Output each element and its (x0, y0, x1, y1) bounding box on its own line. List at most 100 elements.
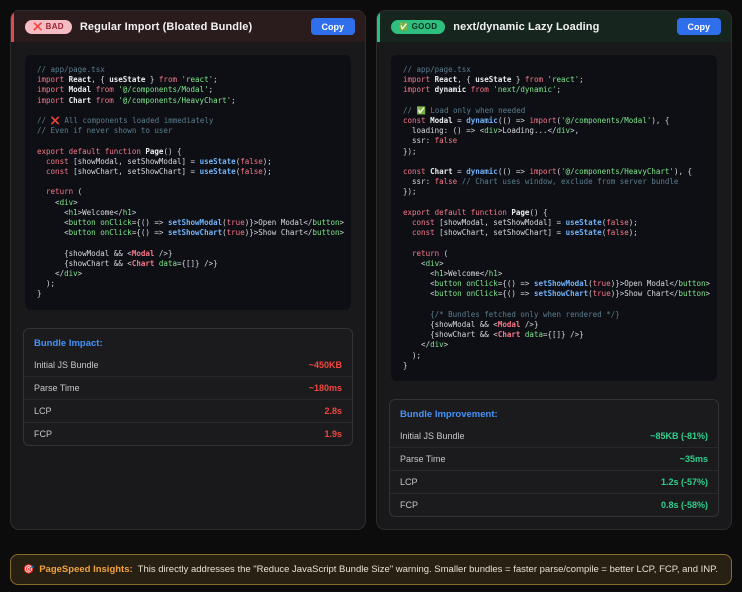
metric-value: ~85KB (-81%) (650, 431, 708, 442)
panel-good-header: ✅ GOOD next/dynamic Lazy Loading Copy (377, 11, 731, 42)
metric-label: LCP (34, 405, 52, 416)
code-line: import Chart from '@/components/HeavyCha… (37, 95, 236, 105)
metric-row: LCP 2.8s (24, 398, 352, 422)
code-line: // ✅ Load only when needed (403, 105, 526, 115)
code-line: <h1>Welcome</h1> (403, 269, 503, 279)
code-line: // Even if never shown to user (37, 126, 173, 136)
metric-label: FCP (400, 500, 418, 511)
metric-value: ~35ms (679, 454, 708, 465)
code-line: <div> (37, 197, 78, 207)
metric-label: LCP (400, 477, 418, 488)
panel-good-lazy-loading: ✅ GOOD next/dynamic Lazy Loading Copy //… (376, 10, 732, 531)
metric-row: FCP 0.8s (-58%) (390, 493, 718, 516)
code-line: <button onClick={() => setShowChart(true… (403, 289, 711, 299)
code-line: } (403, 360, 408, 370)
pagespeed-insights-note: 🎯 PageSpeed Insights: This directly addr… (10, 554, 732, 586)
metrics-bundle-improvement: Bundle Improvement: Initial JS Bundle ~85… (389, 399, 719, 518)
code-block-bad: // app/page.tsx import React, { useState … (25, 55, 351, 310)
code-line: import dynamic from 'next/dynamic'; (403, 85, 562, 95)
note-text: This directly addresses the "Reduce Java… (137, 564, 718, 576)
panel-bad-header: ❌ BAD Regular Import (Bloated Bundle) Co… (11, 11, 365, 42)
target-icon: 🎯 (23, 564, 35, 575)
code-line: import React, { useState } from 'react'; (37, 75, 218, 85)
code-line: loading: () => <div>Loading...</div>, (403, 126, 580, 136)
metrics-title: Bundle Improvement: (400, 409, 498, 421)
code-line: ssr: false // Chart uses window, exclude… (403, 177, 679, 187)
code-line: {showChart && <Chart data={[]} />} (37, 258, 218, 268)
metric-value: ~450KB (308, 359, 342, 370)
code-line: {/* Bundles fetched only when rendered *… (430, 309, 620, 319)
metric-row: Initial JS Bundle ~450KB (24, 354, 352, 376)
code-line: <button onClick={() => setShowModal(true… (403, 279, 711, 289)
metric-row: Initial JS Bundle ~85KB (-81%) (390, 425, 718, 447)
metric-label: Initial JS Bundle (400, 431, 465, 442)
check-mark-icon: ✅ (399, 21, 409, 31)
code-line: export default function Page() { (403, 207, 548, 217)
code-line: </div> (403, 340, 449, 350)
code-line: const [showChart, setShowChart] = useSta… (46, 167, 272, 177)
copy-button[interactable]: Copy (676, 18, 721, 35)
code-line: // app/page.tsx (403, 65, 471, 74)
code-line: ); (37, 279, 56, 289)
panel-title: next/dynamic Lazy Loading (453, 20, 600, 33)
code-line: const [showChart, setShowChart] = useSta… (412, 228, 638, 238)
code-line: const [showModal, setShowModal] = useSta… (412, 218, 638, 228)
code-line: ); (403, 350, 422, 360)
metric-row: Parse Time ~180ms (24, 375, 352, 399)
code-line: <div> (403, 258, 444, 268)
metrics-title: Bundle Impact: (34, 337, 103, 349)
code-line: return ( (46, 187, 83, 197)
metric-value: 1.9s (324, 428, 342, 439)
code-line: {showModal && <Modal />} (403, 320, 539, 330)
copy-button[interactable]: Copy (310, 18, 355, 35)
code-line: return ( (412, 248, 449, 258)
metrics-bundle-impact: Bundle Impact: Initial JS Bundle ~450KB Pa… (23, 327, 353, 446)
metric-label: FCP (34, 428, 52, 439)
code-line: import Modal from '@/components/Modal'; (37, 85, 214, 95)
cross-mark-icon: ❌ (33, 21, 43, 31)
code-line: </div> (37, 269, 83, 279)
code-line: const [showModal, setShowModal] = useSta… (46, 156, 272, 166)
metric-value: 0.8s (-58%) (660, 500, 708, 511)
metrics-rows: Initial JS Bundle ~450KB Parse Time ~180ms L… (24, 354, 352, 445)
metric-label: Parse Time (34, 382, 80, 393)
code-line: } (37, 289, 42, 299)
metric-row: Parse Time ~35ms (390, 447, 718, 470)
code-line: // app/page.tsx (37, 65, 105, 74)
code-line: {showModal && <Modal />} (37, 248, 173, 258)
comparison-panels: ❌ BAD Regular Import (Bloated Bundle) Co… (10, 10, 732, 531)
metric-label: Initial JS Bundle (34, 359, 99, 370)
metric-value: 1.2s (-57%) (660, 477, 708, 488)
metric-label: Parse Time (400, 454, 446, 465)
metric-row: LCP 1.2s (-57%) (390, 470, 718, 493)
code-line: const Chart = dynamic(() => import('@/co… (403, 167, 692, 177)
code-line: }); (403, 146, 417, 156)
metrics-rows: Initial JS Bundle ~85KB (-81%) Parse Time ~… (390, 425, 718, 516)
code-block-good: // app/page.tsx import React, { useState … (391, 55, 717, 382)
status-badge-bad: ❌ BAD (25, 19, 72, 34)
badge-label: BAD (45, 22, 64, 31)
metric-value: 2.8s (324, 405, 342, 416)
metric-row: FCP 1.9s (24, 421, 352, 445)
code-line: import React, { useState } from 'react'; (403, 75, 584, 85)
code-line: const Modal = dynamic(() => import('@/co… (403, 116, 670, 126)
code-line: ssr: false (403, 136, 458, 146)
code-line: {showChart && <Chart data={[]} />} (403, 330, 584, 340)
status-badge-good: ✅ GOOD (391, 19, 446, 34)
code-line: <button onClick={() => setShowChart(true… (37, 228, 345, 238)
code-line: // ❌ All components loaded immediately (37, 116, 214, 126)
note-title: PageSpeed Insights: (39, 564, 133, 576)
code-line: }); (403, 187, 417, 197)
code-line: <button onClick={() => setShowModal(true… (37, 218, 345, 228)
metric-value: ~180ms (308, 382, 342, 393)
panel-bad-regular-import: ❌ BAD Regular Import (Bloated Bundle) Co… (10, 10, 366, 531)
badge-label: GOOD (411, 22, 438, 31)
